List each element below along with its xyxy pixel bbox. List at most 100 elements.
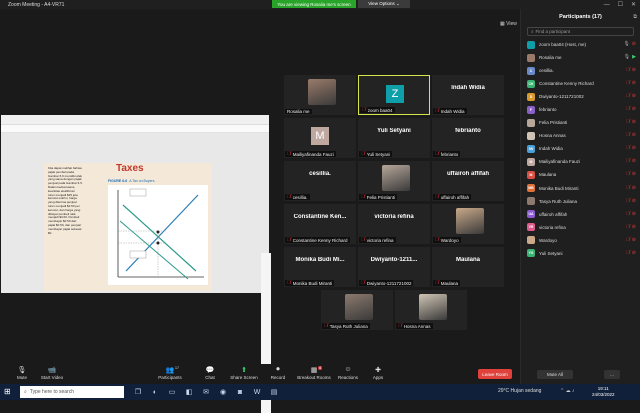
tile-name-tag: 🎙̸ Monika Budi Miranti (285, 280, 335, 286)
edge-icon[interactable]: ◐ (149, 386, 161, 398)
mic-muted-icon[interactable]: 🎙̸ (626, 250, 630, 256)
mic-muted-icon[interactable]: 🎙̸ (626, 185, 630, 191)
participant-row[interactable]: Rosalia me 🎙 ▶ (521, 51, 640, 64)
participant-search-input[interactable]: ⌕ Find a participant (527, 27, 634, 36)
video-tile[interactable]: 🎙̸ Felia Pristianti (358, 161, 430, 201)
participants-button[interactable]: 👥 17 Participants (150, 366, 190, 380)
participant-row[interactable]: D Dwiyanto-1211721002 🎙̸ ⊘ (521, 90, 640, 103)
video-off-icon[interactable]: ⊘ (632, 145, 636, 151)
mute-all-button[interactable]: Mute All (537, 370, 573, 379)
mic-muted-icon[interactable]: 🎙̸ (626, 158, 630, 164)
video-off-icon[interactable]: ⊘ (632, 132, 636, 138)
video-off-icon[interactable]: ⊘ (632, 171, 636, 177)
start-video-button[interactable]: 📹 Start Video (32, 366, 72, 380)
view-options-button[interactable]: View Options ⌄ (358, 0, 410, 8)
file-explorer-icon[interactable]: ▭ (166, 386, 178, 398)
participant-row[interactable]: Wardoyo 🎙̸ ⊘ (521, 234, 640, 247)
video-off-icon[interactable]: ⊘ (632, 67, 636, 73)
participant-row[interactable]: Ccesillia. 🎙̸ ⊘ (521, 64, 640, 77)
participant-row[interactable]: M Maulana 🎙̸ ⊘ (521, 168, 640, 181)
pdf-icon[interactable]: ▤ (268, 386, 280, 398)
video-off-icon[interactable]: ⊘ (632, 185, 636, 191)
video-off-icon[interactable]: ⊘ (632, 80, 636, 86)
video-tile[interactable]: Maulana 🎙̸ Maulana (432, 247, 504, 287)
clock-date: 24/03/2022 (592, 391, 615, 397)
video-tile[interactable]: Yuli Setyani 🎙̸ Yuli Setyani (358, 118, 430, 158)
microphone-icon[interactable]: 🎙 (624, 54, 630, 60)
video-tile[interactable]: uffairoh affifah 🎙̸ uffairoh affifah (432, 161, 504, 201)
minimize-icon[interactable]: — (604, 2, 610, 8)
word-icon[interactable]: W (251, 386, 263, 398)
apps-button[interactable]: ✚ Apps (358, 366, 398, 380)
participant-row[interactable]: MB Monika Budi Miranti 🎙̸ ⊘ (521, 182, 640, 195)
store-icon[interactable]: ◧ (183, 386, 195, 398)
video-off-icon[interactable]: ⊘ (632, 211, 636, 217)
video-tile[interactable]: Z 🎙̸ zoom baa04 (358, 75, 430, 115)
video-off-icon[interactable]: ⊘ (632, 106, 636, 112)
video-off-icon[interactable]: ⊘ (632, 250, 636, 256)
participant-row[interactable]: Felia Pristianti 🎙̸ ⊘ (521, 116, 640, 129)
mic-muted-icon[interactable]: 🎙̸ (626, 198, 630, 204)
video-tile[interactable]: Dwiyanto-1211... 🎙̸ Dwiyanto-1211721002 (358, 247, 430, 287)
participant-name: Tasya Ruth Juliana (539, 198, 578, 204)
more-options-button[interactable]: ... (604, 370, 620, 379)
video-tile[interactable]: M 🎙̸ Mailiyafinanda Fauzi (284, 118, 356, 158)
mic-muted-icon[interactable]: 🎙̸ (626, 93, 630, 99)
video-tile[interactable]: Constantine Ken... 🎙̸ Constantine Kenny Ri… (284, 204, 356, 244)
video-tile[interactable]: 🎙̸ Wardoyo (432, 204, 504, 244)
mic-muted-icon[interactable]: 🎙̸ (626, 119, 630, 125)
video-off-icon[interactable]: ⊘ (632, 119, 636, 125)
video-off-icon[interactable]: ⊘ (632, 198, 636, 204)
mic-muted-icon[interactable]: 🎙̸ (626, 67, 630, 73)
microphone-icon[interactable]: 🎙 (623, 41, 629, 47)
video-tile[interactable]: febrianto 🎙̸ febrianto (432, 118, 504, 158)
mic-muted-icon[interactable]: 🎙̸ (626, 80, 630, 86)
participant-row[interactable]: VR victoria refina 🎙̸ ⊘ (521, 221, 640, 234)
participant-row[interactable]: Hosna Annas 🎙̸ ⊘ (521, 129, 640, 142)
participant-row[interactable]: YS Yuli Setyani 🎙̸ ⊘ (521, 247, 640, 260)
video-tile[interactable]: Rosalia me (284, 75, 356, 115)
windows-start-icon[interactable]: ⊞ (4, 387, 14, 397)
video-off-icon[interactable]: ⊘ (632, 158, 636, 164)
video-tile[interactable]: 🎙̸ Hosna Annas (395, 290, 467, 330)
task-view-icon[interactable]: ❐ (132, 386, 144, 398)
video-tile[interactable]: cesillia. 🎙̸ cesillia. (284, 161, 356, 201)
mic-muted-icon[interactable]: 🎙̸ (626, 171, 630, 177)
leave-room-button[interactable]: Leave Room (478, 369, 512, 379)
taskbar-search-input[interactable]: ⌕ Type here to search (20, 386, 124, 398)
mail-icon[interactable]: ✉ (200, 386, 212, 398)
participant-row[interactable]: UA uffairoh affifah 🎙̸ ⊘ (521, 208, 640, 221)
participant-row[interactable]: Tasya Ruth Juliana 🎙̸ ⊘ (521, 195, 640, 208)
video-tile[interactable]: 🎙̸ Tasya Ruth Juliana (321, 290, 393, 330)
taskbar-clock[interactable]: 19:11 24/03/2022 (592, 386, 615, 397)
mic-muted-icon[interactable]: 🎙̸ (626, 106, 630, 112)
video-tile[interactable]: victoria refina 🎙̸ victoria refina (358, 204, 430, 244)
mic-muted-icon[interactable]: 🎙̸ (626, 145, 630, 151)
participant-row[interactable]: IW Indah Widia 🎙̸ ⊘ (521, 142, 640, 155)
mic-muted-icon[interactable]: 🎙̸ (626, 211, 630, 217)
mic-muted-icon[interactable]: 🎙̸ (626, 132, 630, 138)
meeting-area: ▦ View Kita dapat melihat bahwa pajak pe… (0, 9, 520, 413)
panel-popout-icon[interactable]: ⧉ (633, 14, 637, 20)
video-tile[interactable]: Monika Budi Mi... 🎙̸ Monika Budi Miranti (284, 247, 356, 287)
participant-row[interactable]: CK Constantine Kenny Richard 🎙̸ ⊘ (521, 77, 640, 90)
mic-muted-icon[interactable]: 🎙̸ (626, 224, 630, 230)
zoom-icon[interactable]: ◙ (234, 386, 246, 398)
video-tile[interactable]: Indah Widia 🎙̸ Indah Widia (432, 75, 504, 115)
video-off-icon[interactable]: ⊘ (632, 237, 636, 243)
video-on-icon[interactable]: ▶ (632, 54, 636, 60)
mic-muted-icon[interactable]: 🎙̸ (626, 237, 630, 243)
participant-row[interactable]: zoom baa04 (Host, me) 🎙 ⊘ (521, 38, 640, 51)
record-button[interactable]: ⏺ Record (258, 366, 298, 380)
participant-row[interactable]: Ffebrianto 🎙̸ ⊘ (521, 103, 640, 116)
chrome-icon[interactable]: ◉ (217, 386, 229, 398)
system-tray-icons[interactable]: ⌃ ☁ ♪ (560, 388, 574, 394)
view-button[interactable]: ▦ View (500, 21, 517, 27)
video-off-icon[interactable]: ⊘ (632, 41, 636, 47)
video-off-icon[interactable]: ⊘ (632, 93, 636, 99)
video-off-icon[interactable]: ⊘ (632, 224, 636, 230)
participant-row[interactable]: M Mailiyafinanda Fauzi 🎙̸ ⊘ (521, 155, 640, 168)
maximize-icon[interactable]: ☐ (618, 1, 623, 8)
close-icon[interactable]: ✕ (631, 1, 636, 8)
weather-widget[interactable]: 29°C Hujan sedang (498, 388, 541, 394)
